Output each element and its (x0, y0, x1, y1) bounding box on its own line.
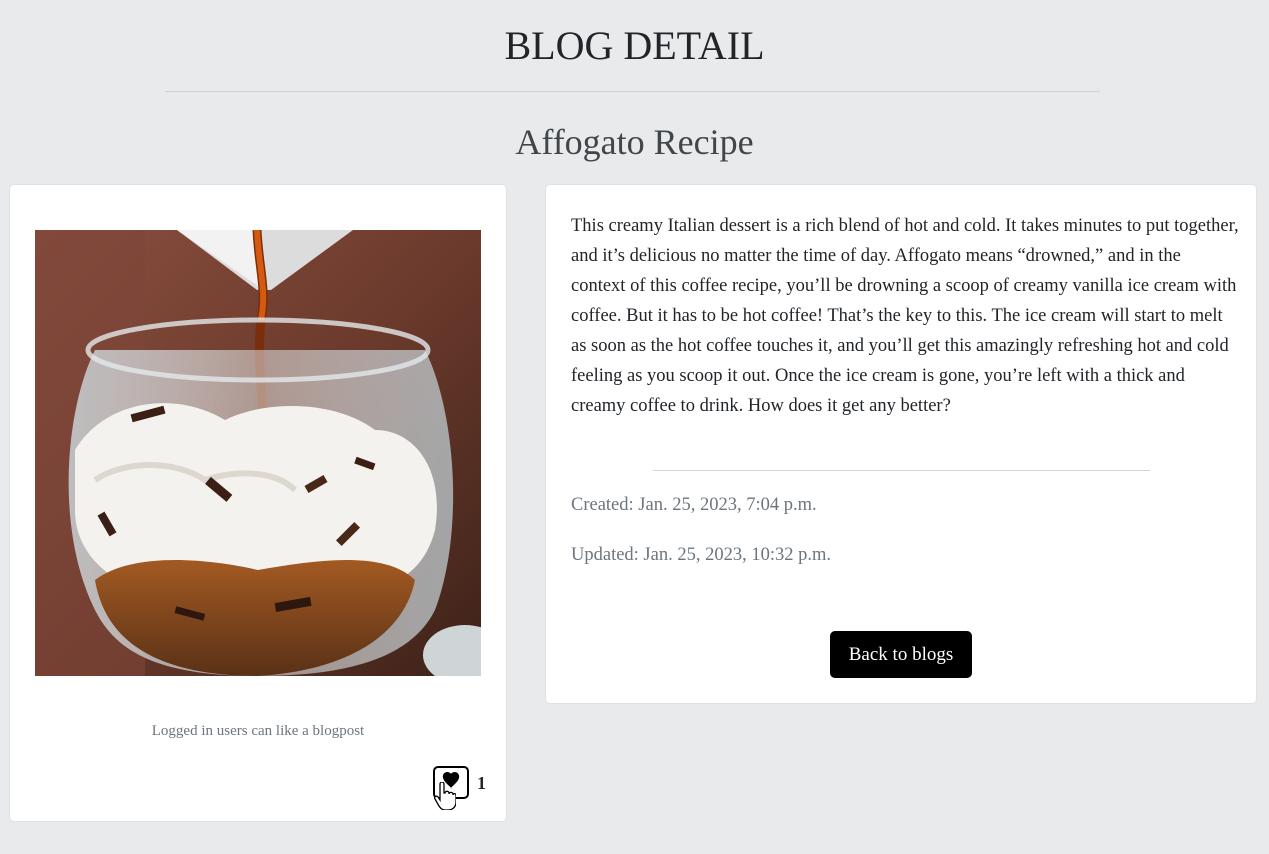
like-button[interactable] (433, 766, 469, 799)
heart-icon (441, 772, 461, 793)
content-divider (653, 470, 1150, 471)
image-card: Logged in users can like a blogpost 1 (9, 184, 507, 822)
like-hint: Logged in users can like a blogpost (151, 723, 365, 739)
title-divider (165, 91, 1100, 92)
back-to-blogs-button[interactable]: Back to blogs (830, 631, 972, 678)
like-count: 1 (477, 773, 486, 793)
post-title: Affogato Recipe (515, 122, 754, 162)
page-title: BLOG DETAIL (504, 23, 765, 68)
created-timestamp: Created: Jan. 25, 2023, 7:04 p.m. (571, 495, 817, 515)
updated-timestamp: Updated: Jan. 25, 2023, 10:32 p.m. (571, 545, 832, 565)
blog-photo (35, 230, 481, 676)
content-card: This creamy Italian dessert is a rich bl… (545, 184, 1257, 704)
post-body: This creamy Italian dessert is a rich bl… (571, 216, 1239, 416)
